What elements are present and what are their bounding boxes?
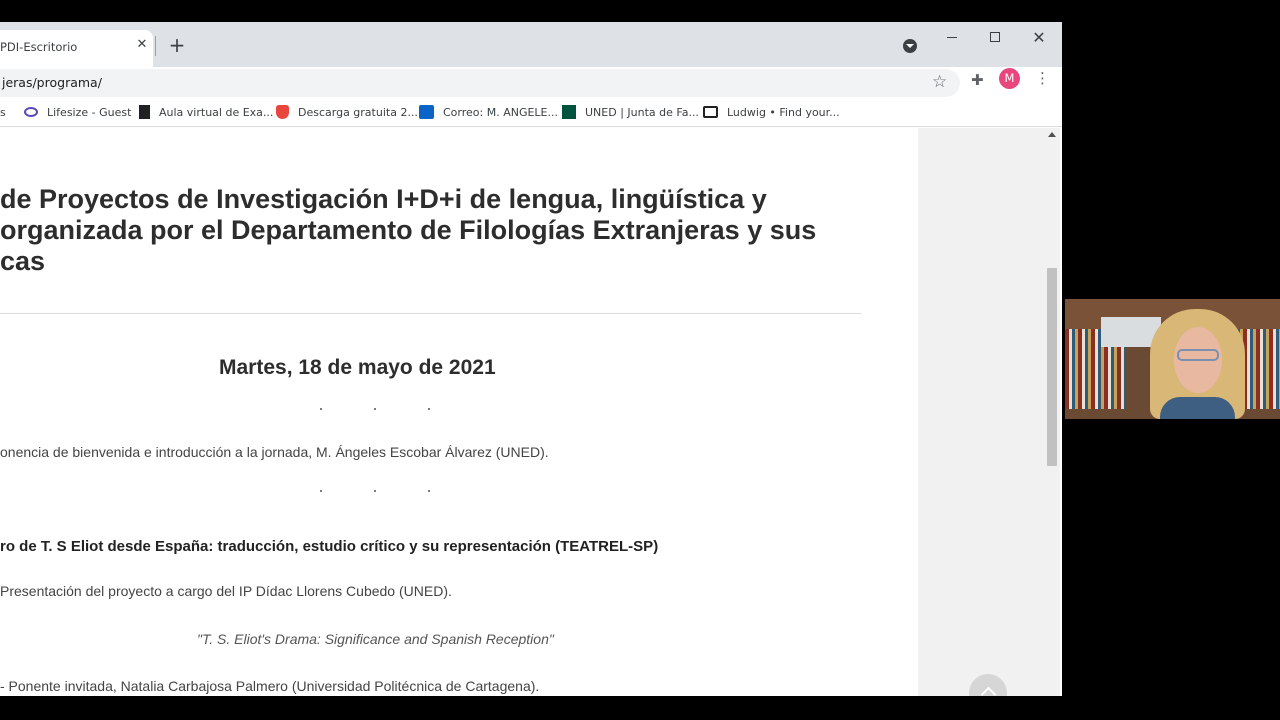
page-heading-line-3: cas (0, 246, 46, 276)
maximize-icon (990, 32, 1000, 42)
dots-separator (320, 490, 430, 492)
url-text[interactable]: jeras/programa/ (2, 75, 102, 90)
cam-person (1150, 309, 1245, 419)
page-heading-line-2: organizada por el Departamento de Filolo… (0, 215, 817, 245)
extensions-puzzle-icon[interactable]: ✚ (971, 71, 984, 89)
bookmark-label: Descarga gratuita 2... (298, 105, 418, 119)
webcam-video-feed (1065, 299, 1280, 419)
document-icon (139, 105, 150, 119)
address-bar[interactable]: jeras/programa/ ☆ (0, 69, 960, 97)
page-heading-line-1: de Proyectos de Investigación I+D+i de l… (0, 184, 767, 214)
session-date: Martes, 18 de mayo de 2021 (219, 356, 496, 379)
bookmark-lifesize[interactable]: Lifesize - Guest (24, 102, 131, 122)
bookmark-label: Ludwig • Find your... (727, 105, 840, 119)
glasses-icon (1177, 349, 1219, 361)
scroll-up-arrow-icon[interactable] (1048, 132, 1056, 137)
bookmark-label: Lifesize - Guest (47, 105, 132, 119)
presentation-text: Presentación del proyecto a cargo del IP… (0, 583, 452, 599)
maximize-button[interactable] (980, 26, 1010, 48)
bookmark-ludwig[interactable]: Ludwig • Find your... (703, 102, 840, 122)
heading-divider (0, 313, 861, 314)
talk-title-quote: "T. S. Eliot's Drama: Significance and S… (197, 631, 554, 647)
bookmark-label: s (0, 105, 6, 119)
browser-toolbar: jeras/programa/ ☆ ✚ M ⋮ (0, 67, 1062, 101)
bookmark-label: Correo: M. ANGELE... (443, 105, 559, 119)
dots-separator (320, 408, 430, 410)
browser-window: PDI-Escritorio ✕ + ✕ jeras/programa/ ☆ ✚… (0, 22, 1062, 696)
bookmark-aula-virtual[interactable]: Aula virtual de Exa... (139, 102, 273, 122)
shield-icon (276, 105, 289, 119)
browser-menu-icon[interactable]: ⋮ (1035, 71, 1050, 87)
lifesize-icon (24, 107, 38, 117)
bookmark-descarga[interactable]: Descarga gratuita 2... (276, 102, 418, 122)
bookmark-star-icon[interactable]: ☆ (932, 72, 947, 92)
project-title: ro de T. S Eliot desde España: traducció… (0, 538, 659, 555)
scrollbar-thumb[interactable] (1047, 268, 1057, 466)
tab-search-icon[interactable] (903, 39, 917, 53)
bookmark-label: UNED | Junta de Fa... (585, 105, 699, 119)
new-tab-button[interactable]: + (168, 35, 186, 55)
welcome-text: onencia de bienvenida e introducción a l… (0, 444, 549, 460)
bookmark-label: Aula virtual de Exa... (159, 105, 274, 119)
minimize-button[interactable] (937, 26, 967, 48)
minimize-icon (947, 36, 957, 38)
tab-separator (155, 36, 156, 56)
active-tab[interactable]: PDI-Escritorio ✕ (0, 30, 153, 67)
uned-icon (562, 105, 576, 119)
profile-avatar[interactable]: M (999, 68, 1020, 89)
tab-strip: PDI-Escritorio ✕ + ✕ (0, 22, 1062, 67)
tab-title: PDI-Escritorio (0, 40, 78, 54)
outlook-icon (419, 105, 434, 119)
close-window-button[interactable]: ✕ (1024, 26, 1054, 48)
page-sidebar (918, 128, 1044, 696)
speaker-text: - Ponente invitada, Natalia Carbajosa Pa… (0, 678, 540, 694)
bookmark-uned[interactable]: UNED | Junta de Fa... (562, 102, 699, 122)
bookmark-correo[interactable]: Correo: M. ANGELE... (419, 102, 558, 122)
bookmark-item[interactable]: s (0, 102, 6, 122)
page-content: de Proyectos de Investigación I+D+i de l… (0, 128, 1062, 696)
tab-close-icon[interactable]: ✕ (135, 38, 149, 52)
vertical-scrollbar[interactable] (1044, 128, 1060, 696)
ludwig-icon (703, 106, 718, 118)
bookmarks-bar: s Lifesize - Guest Aula virtual de Exa..… (0, 99, 1062, 127)
